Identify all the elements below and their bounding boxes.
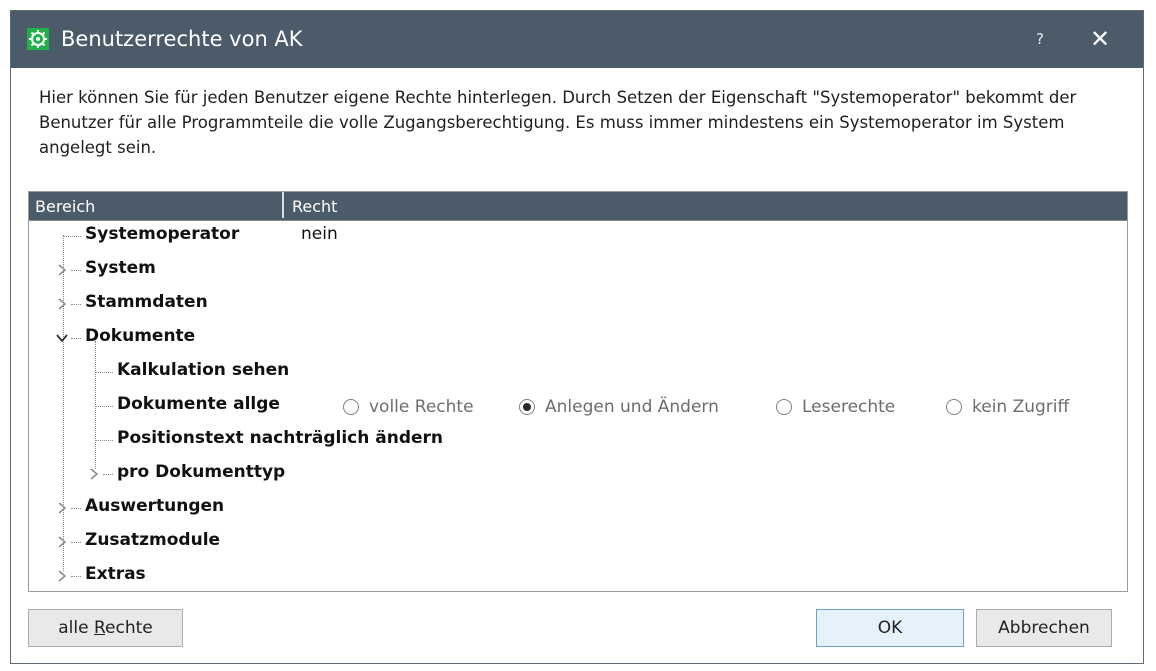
tree-connector	[71, 304, 81, 305]
tree-row-stammdaten[interactable]: Stammdaten	[29, 289, 1127, 323]
column-header-bereich[interactable]: Bereich	[29, 192, 284, 218]
row-label: Dokumente allge	[117, 394, 280, 414]
rights-grid: Bereich Recht Systemoperator nein System	[28, 191, 1128, 592]
cancel-button[interactable]: Abbrechen	[976, 609, 1112, 647]
tree-row-systemoperator[interactable]: Systemoperator nein	[29, 221, 1127, 255]
radio-label: Anlegen und Ändern	[545, 397, 719, 417]
row-label: Dokumente	[85, 326, 196, 346]
radio-label: Leserechte	[802, 397, 896, 417]
tree-connector	[95, 440, 113, 441]
chevron-right-icon[interactable]	[55, 535, 69, 549]
row-label: System	[85, 258, 156, 278]
grid-header: Bereich Recht	[29, 192, 1127, 221]
tree-connector	[103, 474, 113, 475]
radio-label: kein Zugriff	[972, 397, 1070, 417]
chevron-right-icon[interactable]	[87, 467, 101, 481]
tree-row-zusatzmodule[interactable]: Zusatzmodule	[29, 527, 1127, 561]
all-rights-accelerator: R	[93, 618, 106, 638]
tree-row-dokumente-allgemein[interactable]: Dokumente allge volle Rechte Anlegen und…	[29, 391, 1127, 425]
chevron-right-icon[interactable]	[55, 297, 69, 311]
row-label: pro Dokumenttyp	[117, 462, 286, 482]
chevron-down-icon[interactable]	[55, 331, 69, 345]
ok-button[interactable]: OK	[816, 609, 964, 647]
tree-connector	[71, 270, 81, 271]
row-label: Extras	[85, 564, 146, 584]
row-value[interactable]: nein	[301, 224, 338, 244]
tree-connector	[71, 338, 81, 339]
chevron-right-icon[interactable]	[55, 501, 69, 515]
radio-selected-dot	[523, 403, 531, 411]
row-label: Kalkulation sehen	[117, 360, 290, 380]
chevron-right-icon[interactable]	[55, 569, 69, 583]
description-text: Hier können Sie für jeden Benutzer eigen…	[39, 88, 1077, 157]
app-gear-icon	[27, 28, 49, 50]
tree-connector	[95, 406, 113, 407]
tree-row-dokumente[interactable]: Dokumente	[29, 323, 1127, 357]
tree-row-pro-dokumenttyp[interactable]: pro Dokumenttyp	[29, 459, 1127, 493]
all-rights-suffix: echte	[105, 618, 153, 638]
help-button[interactable]: ?	[1016, 11, 1064, 68]
tree-row-positionstext[interactable]: Positionstext nachträglich ändern	[29, 425, 1127, 459]
row-label: Zusatzmodule	[85, 530, 221, 550]
all-rights-prefix: alle	[58, 618, 94, 638]
rights-dialog: Benutzerrechte von AK ? ✕ Hier können Si…	[10, 10, 1144, 664]
tree-connector	[63, 236, 81, 237]
radio-label: volle Rechte	[369, 397, 474, 417]
tree-connector	[71, 542, 81, 543]
row-label: Systemoperator	[85, 224, 240, 244]
tree-row-extras[interactable]: Extras	[29, 561, 1127, 595]
chevron-right-icon[interactable]	[55, 263, 69, 277]
radio-circle	[776, 399, 792, 415]
row-label: Stammdaten	[85, 292, 208, 312]
window-title: Benutzerrechte von AK	[61, 27, 303, 51]
column-header-recht[interactable]: Recht	[286, 192, 1124, 218]
title-bar[interactable]: Benutzerrechte von AK ? ✕	[11, 11, 1143, 68]
all-rights-button[interactable]: alle Rechte	[28, 609, 183, 647]
close-button[interactable]: ✕	[1076, 11, 1124, 68]
tree-row-system[interactable]: System	[29, 255, 1127, 289]
tree-connector	[95, 372, 113, 373]
tree-row-auswertungen[interactable]: Auswertungen	[29, 493, 1127, 527]
tree-connector	[71, 508, 81, 509]
tree-connector	[71, 576, 81, 577]
radio-circle	[519, 399, 535, 415]
radio-circle	[343, 399, 359, 415]
radio-circle	[946, 399, 962, 415]
tree-row-kalkulation-sehen[interactable]: Kalkulation sehen	[29, 357, 1127, 391]
row-label: Auswertungen	[85, 496, 225, 516]
row-label: Positionstext nachträglich ändern	[117, 428, 444, 448]
rights-tree: Systemoperator nein System Stammdaten Do…	[29, 221, 1127, 591]
